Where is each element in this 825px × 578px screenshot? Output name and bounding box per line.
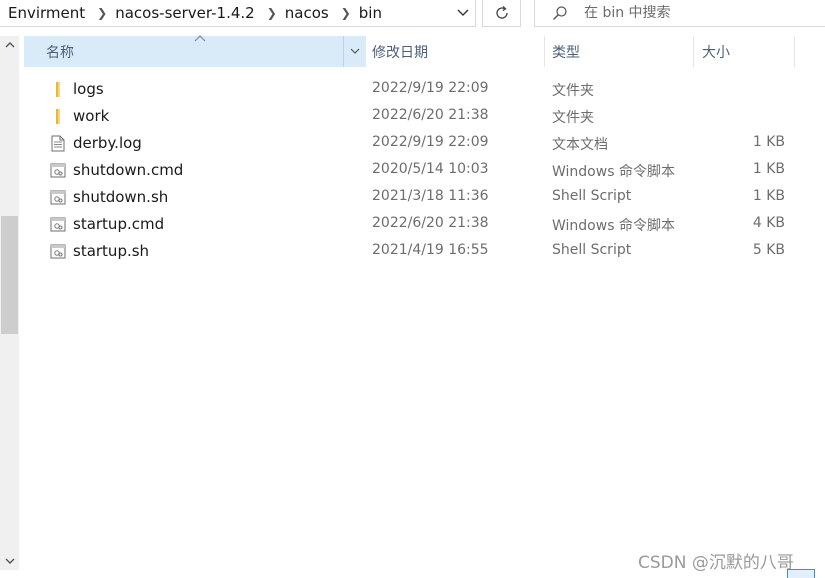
- column-type-label: 类型: [552, 44, 580, 61]
- file-type: Shell Script: [552, 188, 632, 204]
- scroll-down-button[interactable]: [0, 553, 19, 570]
- chevron-down-icon: [457, 9, 469, 16]
- column-size-label: 大小: [702, 44, 730, 61]
- column-date[interactable]: 修改日期: [371, 36, 543, 67]
- address-bar[interactable]: Envirment ❯ nacos-server-1.4.2 ❯ nacos ❯…: [0, 0, 476, 27]
- file-row-shutdown-cmd[interactable]: shutdown.cmd 2020/5/14 10:03 Windows 命令脚…: [24, 157, 804, 184]
- chevron-right-icon[interactable]: ❯: [257, 6, 285, 20]
- column-name[interactable]: 名称: [24, 35, 366, 67]
- column-divider[interactable]: [693, 36, 694, 67]
- file-type: Windows 命令脚本: [552, 218, 675, 234]
- file-size: 1 KB: [752, 134, 785, 150]
- file-type: 文件夹: [552, 110, 594, 126]
- script-file-icon: [50, 244, 66, 259]
- chevron-right-icon[interactable]: ❯: [87, 6, 115, 20]
- file-name: derby.log: [73, 134, 142, 152]
- file-name: work: [73, 107, 110, 125]
- address-history-button[interactable]: [451, 0, 475, 26]
- refresh-icon: [495, 6, 508, 19]
- breadcrumb-nacos-server[interactable]: nacos-server-1.4.2: [115, 4, 256, 22]
- file-type: Windows 命令脚本: [552, 164, 675, 180]
- file-size: 4 KB: [752, 215, 785, 231]
- sort-ascending-icon: [194, 35, 206, 42]
- column-size[interactable]: 大小: [702, 36, 794, 67]
- file-type: 文本文档: [552, 137, 608, 153]
- chevron-down-icon: [350, 48, 360, 54]
- file-size: 1 KB: [752, 161, 785, 177]
- folder-icon: [56, 109, 60, 124]
- file-date: 2022/9/19 22:09: [372, 134, 489, 150]
- script-file-icon: [50, 190, 66, 205]
- chevron-right-icon[interactable]: ❯: [331, 6, 359, 20]
- script-file-icon: [50, 217, 66, 232]
- file-row-startup-cmd[interactable]: startup.cmd 2022/6/20 21:38 Windows 命令脚本…: [24, 211, 804, 238]
- search-box[interactable]: [534, 0, 825, 27]
- breadcrumb-envirment[interactable]: Envirment: [0, 4, 87, 22]
- script-file-icon: [50, 163, 66, 178]
- file-row-derby-log[interactable]: derby.log 2022/9/19 22:09 文本文档 1 KB: [24, 130, 804, 157]
- file-list: logs 2022/9/19 22:09 文件夹 work 2022/6/20 …: [24, 76, 804, 265]
- scroll-up-button[interactable]: [0, 36, 19, 53]
- breadcrumb-nacos[interactable]: nacos: [285, 4, 331, 22]
- column-date-label: 修改日期: [372, 44, 428, 61]
- column-type[interactable]: 类型: [552, 36, 692, 67]
- column-name-label: 名称: [46, 44, 74, 61]
- file-name: logs: [73, 80, 104, 98]
- file-row-logs[interactable]: logs 2022/9/19 22:09 文件夹: [24, 76, 804, 103]
- file-date: 2020/5/14 10:03: [372, 161, 489, 177]
- file-type: Shell Script: [552, 242, 632, 258]
- folder-icon: [56, 82, 60, 97]
- file-size: 1 KB: [752, 188, 785, 204]
- search-input[interactable]: [584, 5, 804, 21]
- file-date: 2022/9/19 22:09: [372, 80, 489, 96]
- file-type: 文件夹: [552, 83, 594, 99]
- search-icon: [553, 6, 567, 20]
- file-name: startup.sh: [73, 242, 150, 260]
- file-row-shutdown-sh[interactable]: shutdown.sh 2021/3/18 11:36 Shell Script…: [24, 184, 804, 211]
- column-divider[interactable]: [544, 36, 545, 67]
- chevron-down-icon: [5, 558, 14, 564]
- file-date: 2021/3/18 11:36: [372, 188, 489, 204]
- column-filter-button[interactable]: [343, 36, 366, 67]
- chevron-up-icon: [5, 42, 14, 48]
- file-date: 2022/6/20 21:38: [372, 215, 489, 231]
- watermark: CSDN @沉默的八哥: [638, 553, 794, 573]
- breadcrumb-bin[interactable]: bin: [359, 4, 384, 22]
- view-toggle-button[interactable]: [787, 569, 815, 578]
- column-header: 名称 修改日期 类型 大小: [24, 35, 804, 67]
- file-row-startup-sh[interactable]: startup.sh 2021/4/19 16:55 Shell Script …: [24, 238, 804, 265]
- refresh-button[interactable]: [482, 0, 521, 27]
- file-name: shutdown.sh: [73, 188, 169, 206]
- file-name: startup.cmd: [73, 215, 165, 233]
- file-row-work[interactable]: work 2022/6/20 21:38 文件夹: [24, 103, 804, 130]
- file-size: 5 KB: [752, 242, 785, 258]
- text-file-icon: [51, 135, 65, 152]
- vertical-scrollbar[interactable]: [0, 36, 19, 570]
- file-date: 2021/4/19 16:55: [372, 242, 489, 258]
- scroll-thumb[interactable]: [1, 216, 18, 334]
- file-date: 2022/6/20 21:38: [372, 107, 489, 123]
- column-divider[interactable]: [794, 36, 795, 67]
- file-name: shutdown.cmd: [73, 161, 184, 179]
